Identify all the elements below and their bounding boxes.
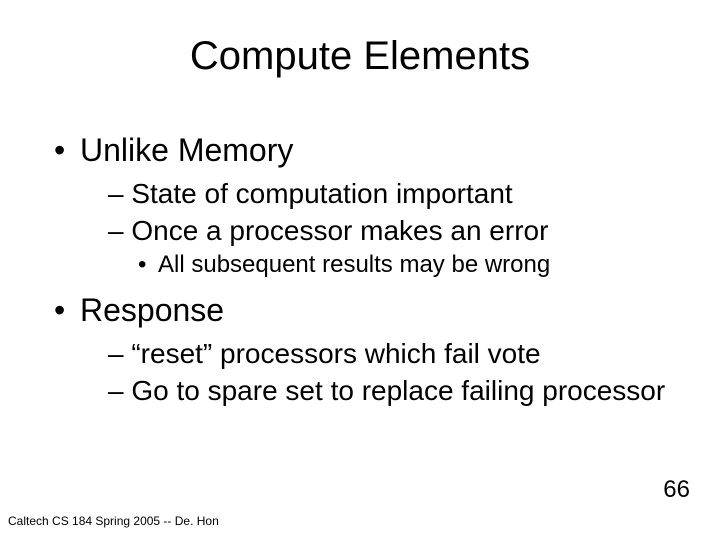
spacer (54, 282, 700, 290)
subbullet-reset: – “reset” processors which fail vote (54, 336, 700, 371)
footer-text: Caltech CS 184 Spring 2005 -- De. Hon (8, 514, 219, 528)
subsubbullet-subsequent: All subsequent results may be wrong (54, 250, 700, 280)
subbullet-state: – State of computation important (54, 176, 700, 211)
slide-title: Compute Elements (0, 34, 720, 79)
slide-content: Unlike Memory – State of computation imp… (54, 130, 700, 410)
subbullet-once-error: – Once a processor makes an error (54, 213, 700, 248)
slide: Compute Elements Unlike Memory – State o… (0, 0, 720, 540)
subbullet-spare: – Go to spare set to replace failing pro… (54, 373, 700, 408)
bullet-unlike-memory: Unlike Memory (54, 130, 700, 170)
page-number: 66 (663, 476, 690, 504)
bullet-response: Response (54, 290, 700, 330)
